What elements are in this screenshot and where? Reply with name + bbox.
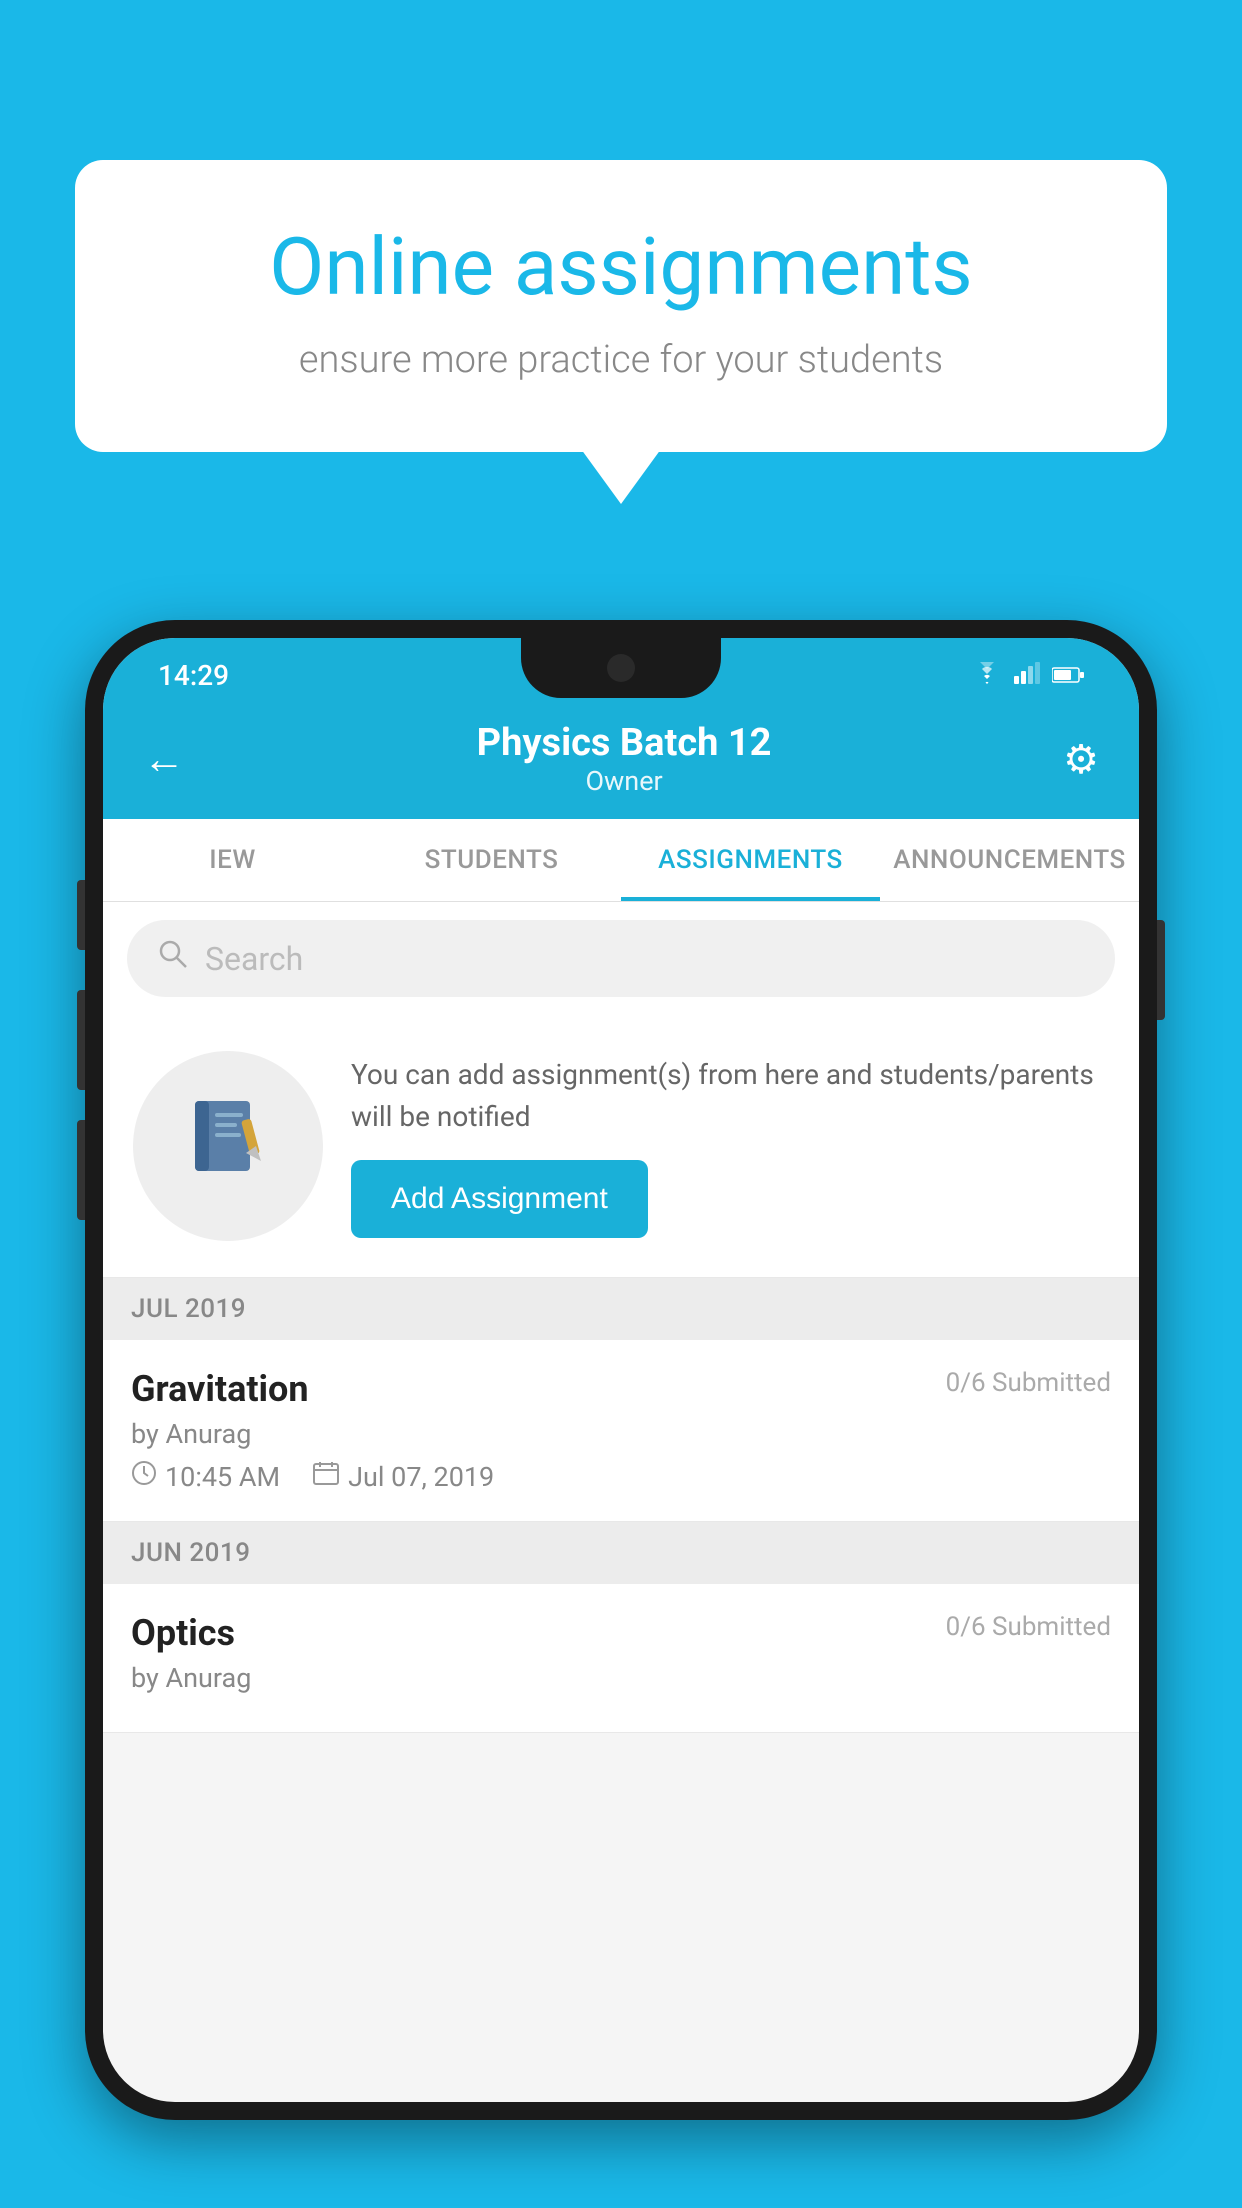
assignment-submitted-optics: 0/6 Submitted (946, 1612, 1111, 1642)
tab-students[interactable]: STUDENTS (362, 819, 621, 901)
battery-icon (1052, 662, 1084, 690)
section-jun-2019: JUN 2019 (103, 1522, 1139, 1584)
add-assignment-button[interactable]: Add Assignment (351, 1160, 648, 1238)
owner-subtitle: Owner (477, 765, 772, 797)
empty-state-section: You can add assignment(s) from here and … (103, 1015, 1139, 1278)
assignment-meta-gravitation: 10:45 AM Jul 07, 201 (131, 1460, 1111, 1493)
status-icons (972, 662, 1084, 690)
power-button (1157, 920, 1165, 1020)
speech-bubble: Online assignments ensure more practice … (75, 160, 1167, 452)
back-button[interactable]: ← (143, 735, 185, 784)
calendar-icon (312, 1460, 340, 1493)
assignment-time-gravitation: 10:45 AM (131, 1460, 280, 1493)
tabs-bar: IEW STUDENTS ASSIGNMENTS ANNOUNCEMENTS (103, 819, 1139, 902)
assignment-title-gravitation: Gravitation (131, 1368, 309, 1410)
assignment-by-optics: by Anurag (131, 1662, 1111, 1694)
section-jul-2019: JUL 2019 (103, 1278, 1139, 1340)
speech-bubble-subtitle: ensure more practice for your students (145, 338, 1097, 382)
volume-up-button (77, 990, 85, 1090)
speech-bubble-container: Online assignments ensure more practice … (75, 160, 1167, 452)
signal-icon (1014, 662, 1040, 690)
assignment-date-gravitation: Jul 07, 2019 (312, 1460, 494, 1493)
batch-title: Physics Batch 12 (477, 721, 772, 765)
assignment-title-optics: Optics (131, 1612, 235, 1654)
camera-notch (607, 654, 635, 682)
assignment-by-gravitation: by Anurag (131, 1418, 1111, 1450)
empty-content: You can add assignment(s) from here and … (351, 1054, 1109, 1238)
phone-notch (521, 638, 721, 698)
clock-icon (131, 1460, 157, 1493)
volume-down-button (77, 1120, 85, 1220)
phone-mockup: 14:29 (85, 620, 1157, 2208)
tab-announcements[interactable]: ANNOUNCEMENTS (880, 819, 1139, 901)
empty-icon-circle (133, 1051, 323, 1241)
volume-mute-button (77, 880, 85, 950)
phone-screen: 14:29 (103, 638, 1139, 2102)
assignment-gravitation[interactable]: Gravitation 0/6 Submitted by Anurag (103, 1340, 1139, 1522)
empty-description: You can add assignment(s) from here and … (351, 1054, 1109, 1138)
settings-icon[interactable]: ⚙ (1063, 736, 1099, 783)
app-header: ← Physics Batch 12 Owner ⚙ (103, 703, 1139, 819)
wifi-icon (972, 662, 1002, 690)
tab-iew[interactable]: IEW (103, 819, 362, 901)
tab-assignments[interactable]: ASSIGNMENTS (621, 819, 880, 901)
header-title-block: Physics Batch 12 Owner (477, 721, 772, 797)
notebook-icon (183, 1091, 273, 1201)
assignment-optics[interactable]: Optics 0/6 Submitted by Anurag (103, 1584, 1139, 1733)
speech-bubble-title: Online assignments (145, 220, 1097, 314)
status-time: 14:29 (158, 659, 229, 692)
assignment-submitted-gravitation: 0/6 Submitted (946, 1368, 1111, 1398)
search-input-wrap[interactable]: Search (127, 920, 1115, 997)
search-container: Search (103, 902, 1139, 1015)
search-placeholder-text: Search (205, 940, 303, 978)
search-icon (157, 938, 189, 979)
